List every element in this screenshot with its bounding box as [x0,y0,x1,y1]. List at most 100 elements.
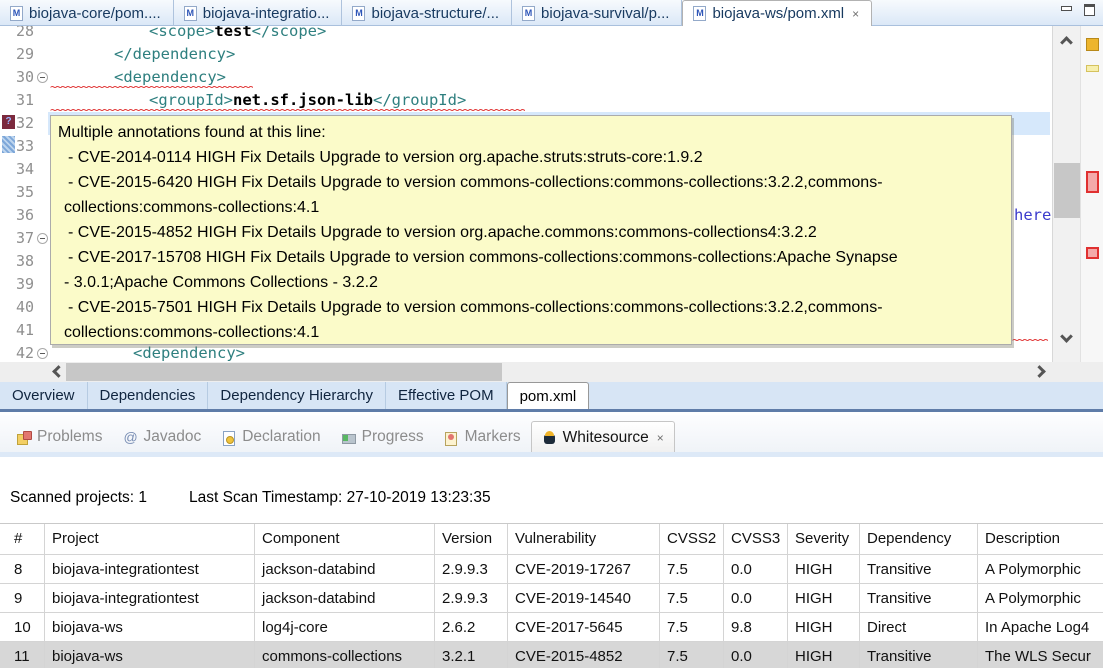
vulnerability-table: #ProjectComponentVersionVulnerabilityCVS… [0,523,1103,668]
console-tab-whitesource[interactable]: Whitesource × [531,421,675,453]
gutter-row: 40 [0,296,48,319]
console-tab-markers[interactable]: Markers [434,421,531,453]
whitesource-panel: Scanned projects: 1Last Scan Timestamp: … [0,457,1103,668]
table-cell: The WLS Secur [978,642,1103,668]
column-header[interactable]: Project [45,524,255,554]
table-row[interactable]: 8biojava-integrationtestjackson-databind… [0,555,1103,584]
editor-tab[interactable]: biojava-ws/pom.xml × [682,0,872,26]
gutter-row: 30 [0,66,48,89]
warning-marker[interactable] [1086,65,1099,72]
table-cell: HIGH [788,584,860,612]
editor-tab[interactable]: biojava-integratio... [174,0,343,26]
pom-tab-effective-pom[interactable]: Effective POM [386,382,507,409]
gutter-row: 38 [0,250,48,273]
editor-tab-label: biojava-structure/... [371,5,499,22]
console-tab-label: Whitesource [563,429,649,447]
console-tab-progress[interactable]: Progress [331,421,434,453]
table-cell: 10 [0,613,45,641]
column-header[interactable]: Description [978,524,1103,554]
table-cell: 2.9.9.3 [435,555,508,583]
editor-tab[interactable]: biojava-core/pom.... [0,0,174,26]
table-cell: CVE-2019-14540 [508,584,660,612]
code-line[interactable]: <scope>test</scope> [48,26,1050,43]
table-cell: 2.6.2 [435,613,508,641]
table-cell: biojava-ws [45,642,255,668]
table-row[interactable]: 10biojava-wslog4j-core2.6.2CVE-2017-5645… [0,613,1103,642]
table-cell: 7.5 [660,642,724,668]
code-line[interactable]: </dependency> [48,43,1050,66]
table-cell: A Polymorphic [978,555,1103,583]
fold-collapse-icon[interactable] [37,348,48,359]
table-cell: biojava-ws [45,613,255,641]
table-cell: 9.8 [724,613,788,641]
pom-tab-dependencies[interactable]: Dependencies [88,382,209,409]
maximize-icon[interactable] [1084,4,1095,16]
console-tab-label: Problems [37,428,102,446]
tooltip-line: collections:commons-collections:4.1 [51,195,1011,220]
xml-editor[interactable]: 2829303132?33343536373839404142 <scope>t… [0,26,1103,362]
minimize-icon[interactable] [1060,4,1072,16]
column-header[interactable]: Vulnerability [508,524,660,554]
column-header[interactable]: Component [255,524,435,554]
editor-tabs: biojava-core/pom.... biojava-integratio..… [0,0,872,26]
pom-tab-pom-xml[interactable]: pom.xml [507,382,590,409]
line-number: 39 [0,273,34,296]
table-row[interactable]: 11biojava-wscommons-collections3.2.1CVE-… [0,642,1103,668]
column-header[interactable]: CVSS2 [660,524,724,554]
scroll-left-icon[interactable] [48,362,66,382]
table-cell: 0.0 [724,584,788,612]
pom-tab-overview[interactable]: Overview [0,382,88,409]
scroll-right-icon[interactable] [1032,362,1050,382]
annotation-hatch-marker[interactable] [2,136,15,153]
fold-collapse-icon[interactable] [37,233,48,244]
table-cell: Transitive [860,555,978,583]
column-header[interactable]: Version [435,524,508,554]
column-header[interactable]: # [0,524,45,554]
problems-icon [16,430,32,445]
line-number: 37 [0,227,34,250]
console-tab-javadoc[interactable]: Javadoc [112,421,211,453]
column-header[interactable]: Dependency [860,524,978,554]
table-row[interactable]: 9biojava-integrationtestjackson-databind… [0,584,1103,613]
tooltip-line: - 3.0.1;Apache Commons Collections - 3.2… [51,270,1011,295]
column-header[interactable]: Severity [788,524,860,554]
vertical-scrollbar-thumb[interactable] [1054,163,1080,218]
code-line[interactable]: <dependency> [48,342,1050,362]
scroll-down-icon[interactable] [1060,330,1073,343]
markers-icon [444,430,460,445]
line-number: 31 [0,89,34,112]
close-tab-icon[interactable]: × [852,8,859,20]
column-header[interactable]: CVSS3 [724,524,788,554]
tooltip-line: Multiple annotations found at this line: [51,120,1011,145]
gutter-row: 34 [0,158,48,181]
table-cell: 3.2.1 [435,642,508,668]
editor-tab-label: biojava-core/pom.... [29,5,161,22]
table-cell: biojava-integrationtest [45,555,255,583]
editor-tab-label: biojava-ws/pom.xml [712,5,844,22]
fold-collapse-icon[interactable] [37,72,48,83]
table-cell: CVE-2015-4852 [508,642,660,668]
table-cell: Transitive [860,642,978,668]
console-tab-declaration[interactable]: Declaration [211,421,330,453]
horizontal-scrollbar-thumb[interactable] [66,363,502,381]
gutter-row: 41 [0,319,48,342]
scroll-up-icon[interactable] [1060,36,1073,49]
close-tab-icon[interactable]: × [657,432,664,444]
pom-tab-dependency-hierarchy[interactable]: Dependency Hierarchy [208,382,386,409]
declaration-icon [221,430,237,445]
annotation-question-marker[interactable]: ? [2,115,15,129]
horizontal-scrollbar[interactable] [0,362,1103,382]
vertical-scrollbar[interactable] [1052,26,1080,362]
occurrence-marker[interactable] [1086,38,1099,51]
error-marker[interactable] [1086,247,1099,259]
table-cell: 7.5 [660,584,724,612]
console-tab-problems[interactable]: Problems [6,421,112,453]
editor-tab[interactable]: biojava-structure/... [342,0,512,26]
table-cell: Direct [860,613,978,641]
line-number: 42 [0,342,34,362]
code-token: </dependency> [114,45,235,63]
table-cell: 11 [0,642,45,668]
editor-tab[interactable]: biojava-survival/p... [512,0,682,26]
code-token: <scope> [149,26,214,40]
error-marker[interactable] [1086,171,1099,193]
